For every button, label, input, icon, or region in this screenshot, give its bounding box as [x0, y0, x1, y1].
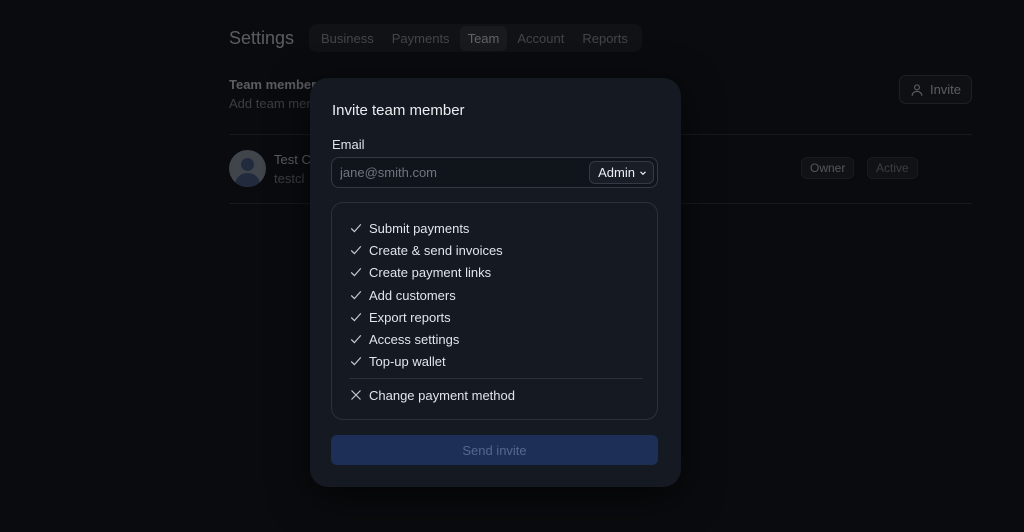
permission-item: Submit payments — [349, 220, 469, 236]
invite-button[interactable]: Invite — [899, 75, 972, 104]
permission-item-denied: Change payment method — [349, 387, 515, 403]
permission-item: Access settings — [349, 331, 459, 347]
member-name: Test C — [274, 152, 311, 167]
permission-item: Create payment links — [349, 264, 491, 280]
tab-business[interactable]: Business — [313, 26, 382, 51]
check-icon — [350, 357, 362, 366]
permissions-divider — [349, 378, 643, 379]
team-section-title: Team members — [229, 77, 324, 92]
chevron-down-icon — [640, 170, 646, 175]
send-invite-button[interactable]: Send invite — [331, 435, 658, 465]
invite-button-label: Invite — [929, 82, 962, 97]
tab-reports[interactable]: Reports — [574, 26, 636, 51]
check-icon — [350, 224, 362, 233]
tab-payments[interactable]: Payments — [384, 26, 458, 51]
tab-team[interactable]: Team — [459, 25, 508, 51]
modal-title: Invite team member — [332, 102, 465, 119]
email-input[interactable] — [340, 158, 585, 187]
avatar — [229, 150, 266, 187]
permission-item: Add customers — [349, 287, 456, 303]
email-label: Email — [332, 137, 365, 152]
check-icon — [350, 268, 362, 277]
member-email: testcl — [274, 171, 305, 186]
permission-item: Top-up wallet — [349, 353, 446, 369]
tab-account[interactable]: Account — [509, 26, 572, 51]
role-badge: Owner — [801, 157, 855, 179]
page-title: Settings — [229, 28, 295, 48]
permissions-list: Submit payments Create & send invoices C… — [331, 202, 658, 420]
check-icon — [350, 313, 362, 322]
role-select[interactable]: Admin — [589, 161, 654, 184]
settings-tabs: Business Payments Team Account Reports — [309, 24, 642, 52]
check-icon — [350, 246, 362, 255]
permission-item: Create & send invoices — [349, 242, 503, 258]
status-badge: Active — [867, 157, 918, 179]
x-icon — [351, 390, 361, 400]
role-select-value: Admin — [598, 165, 635, 180]
check-icon — [350, 291, 362, 300]
user-icon — [911, 83, 923, 96]
email-field: Admin — [331, 157, 658, 188]
permission-item: Export reports — [349, 309, 451, 325]
invite-modal: Invite team member Email Admin Submit pa… — [310, 78, 681, 487]
check-icon — [350, 335, 362, 344]
